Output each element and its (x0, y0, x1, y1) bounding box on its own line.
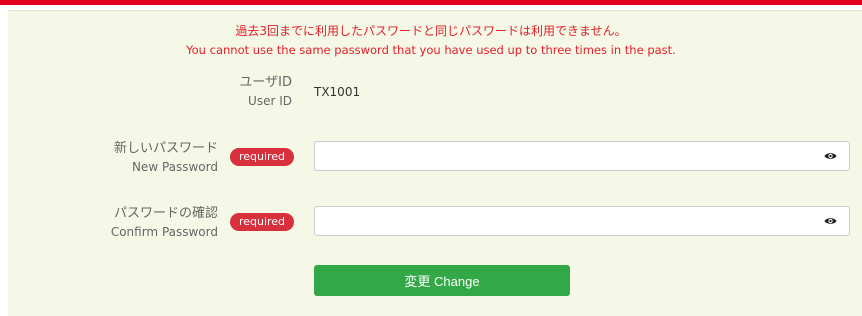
user-id-label-jp: ユーザID (239, 75, 292, 90)
error-message-jp: 過去3回までに利用したパスワードと同じパスワードは利用できません。 (235, 24, 627, 38)
user-id-value: TX1001 (314, 85, 361, 99)
eye-icon[interactable] (824, 151, 837, 161)
new-password-label-jp: 新しいパスワード (113, 141, 218, 156)
confirm-password-label: パスワードの確認 Confirm Password (111, 205, 218, 241)
new-password-input[interactable] (323, 143, 817, 171)
new-password-label: 新しいパスワード New Password (114, 140, 218, 176)
user-id-label: ユーザID User ID (239, 74, 292, 110)
eye-icon[interactable] (824, 216, 837, 226)
confirm-password-input[interactable] (323, 208, 817, 236)
change-button[interactable]: 変更 Change (314, 265, 570, 296)
confirm-password-label-en: Confirm Password (110, 225, 218, 239)
confirm-password-label-jp: パスワードの確認 (113, 206, 218, 221)
top-border (0, 0, 862, 5)
confirm-password-field[interactable] (314, 206, 850, 236)
confirm-password-required-badge: required (230, 213, 294, 231)
user-id-label-en: User ID (248, 94, 292, 108)
new-password-required-badge: required (230, 148, 294, 166)
new-password-label-en: New Password (131, 160, 218, 174)
error-message-en: You cannot use the same password that yo… (186, 43, 676, 57)
new-password-field[interactable] (314, 141, 850, 171)
